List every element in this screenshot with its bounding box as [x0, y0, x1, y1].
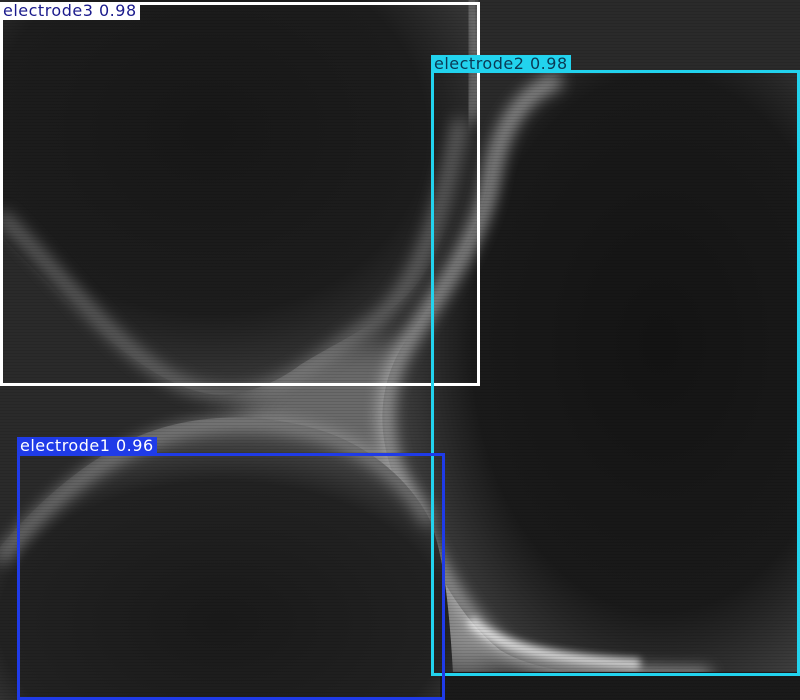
detection-score: 0.98 [99, 1, 137, 20]
detection-class: electrode3 [3, 1, 94, 20]
detection-label-electrode3: electrode3 0.98 [0, 2, 140, 20]
detection-score: 0.96 [116, 436, 154, 455]
detection-score: 0.98 [530, 54, 568, 73]
detection-class: electrode2 [434, 54, 525, 73]
detection-box-electrode2 [431, 70, 800, 676]
microscope-image: electrode3 0.98 electrode2 0.98 electrod… [0, 0, 800, 700]
detection-label-electrode1: electrode1 0.96 [17, 437, 157, 455]
detection-box-electrode1 [17, 453, 445, 700]
detection-class: electrode1 [20, 436, 111, 455]
detection-box-electrode3 [0, 2, 480, 386]
detection-label-electrode2: electrode2 0.98 [431, 55, 571, 73]
